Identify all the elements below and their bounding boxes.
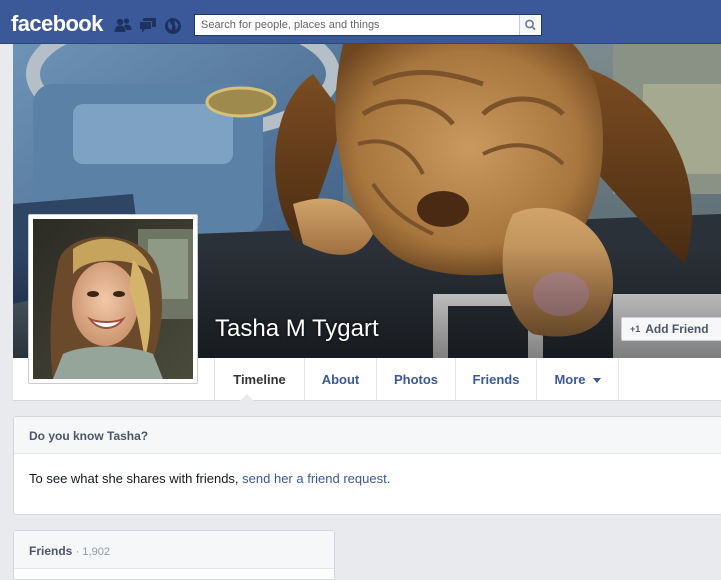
tab-about[interactable]: About — [304, 358, 376, 400]
friend-requests-icon[interactable] — [114, 17, 132, 33]
notifications-globe-icon[interactable] — [164, 17, 182, 34]
tab-timeline[interactable]: Timeline — [214, 358, 304, 400]
do-you-know-title: Do you know Tasha? — [14, 417, 721, 454]
search-input[interactable] — [195, 15, 515, 35]
tab-label: Timeline — [233, 371, 286, 387]
tab-more[interactable]: More — [536, 358, 619, 400]
do-you-know-body: To see what she shares with friends, sen… — [14, 454, 721, 486]
tab-label: Photos — [393, 371, 439, 387]
search-button[interactable] — [519, 15, 541, 35]
messages-icon[interactable] — [139, 17, 157, 33]
profile-name[interactable]: Tasha M Tygart — [215, 315, 379, 343]
search-icon — [525, 19, 536, 31]
friends-card-header[interactable]: Friends · 1,902 — [14, 531, 334, 569]
friends-count: · 1,902 — [75, 546, 110, 558]
add-friend-icon: +1 — [630, 324, 641, 334]
profile-picture[interactable] — [28, 214, 198, 384]
send-friend-request-link[interactable]: send her a friend request. — [242, 471, 390, 486]
friends-card-title: Friends — [29, 544, 73, 558]
do-you-know-text: To see what she shares with friends, — [29, 471, 243, 486]
tab-label: About — [321, 371, 360, 387]
tab-label: Friends — [472, 371, 520, 387]
friends-card: Friends · 1,902 — [13, 530, 335, 580]
facebook-logo[interactable]: facebook — [11, 11, 103, 37]
avatar — [33, 219, 193, 379]
search-box — [194, 14, 542, 36]
add-friend-label: Add Friend — [645, 322, 709, 336]
do-you-know-card: Do you know Tasha? To see what she share… — [13, 416, 721, 515]
tab-label: More — [554, 371, 586, 387]
top-navigation-bar: facebook — [0, 0, 721, 44]
add-friend-button[interactable]: +1 Add Friend — [621, 317, 721, 341]
tab-friends[interactable]: Friends — [455, 358, 536, 400]
active-tab-indicator — [240, 394, 254, 401]
chevron-down-icon — [592, 377, 601, 383]
tab-photos[interactable]: Photos — [376, 358, 455, 400]
